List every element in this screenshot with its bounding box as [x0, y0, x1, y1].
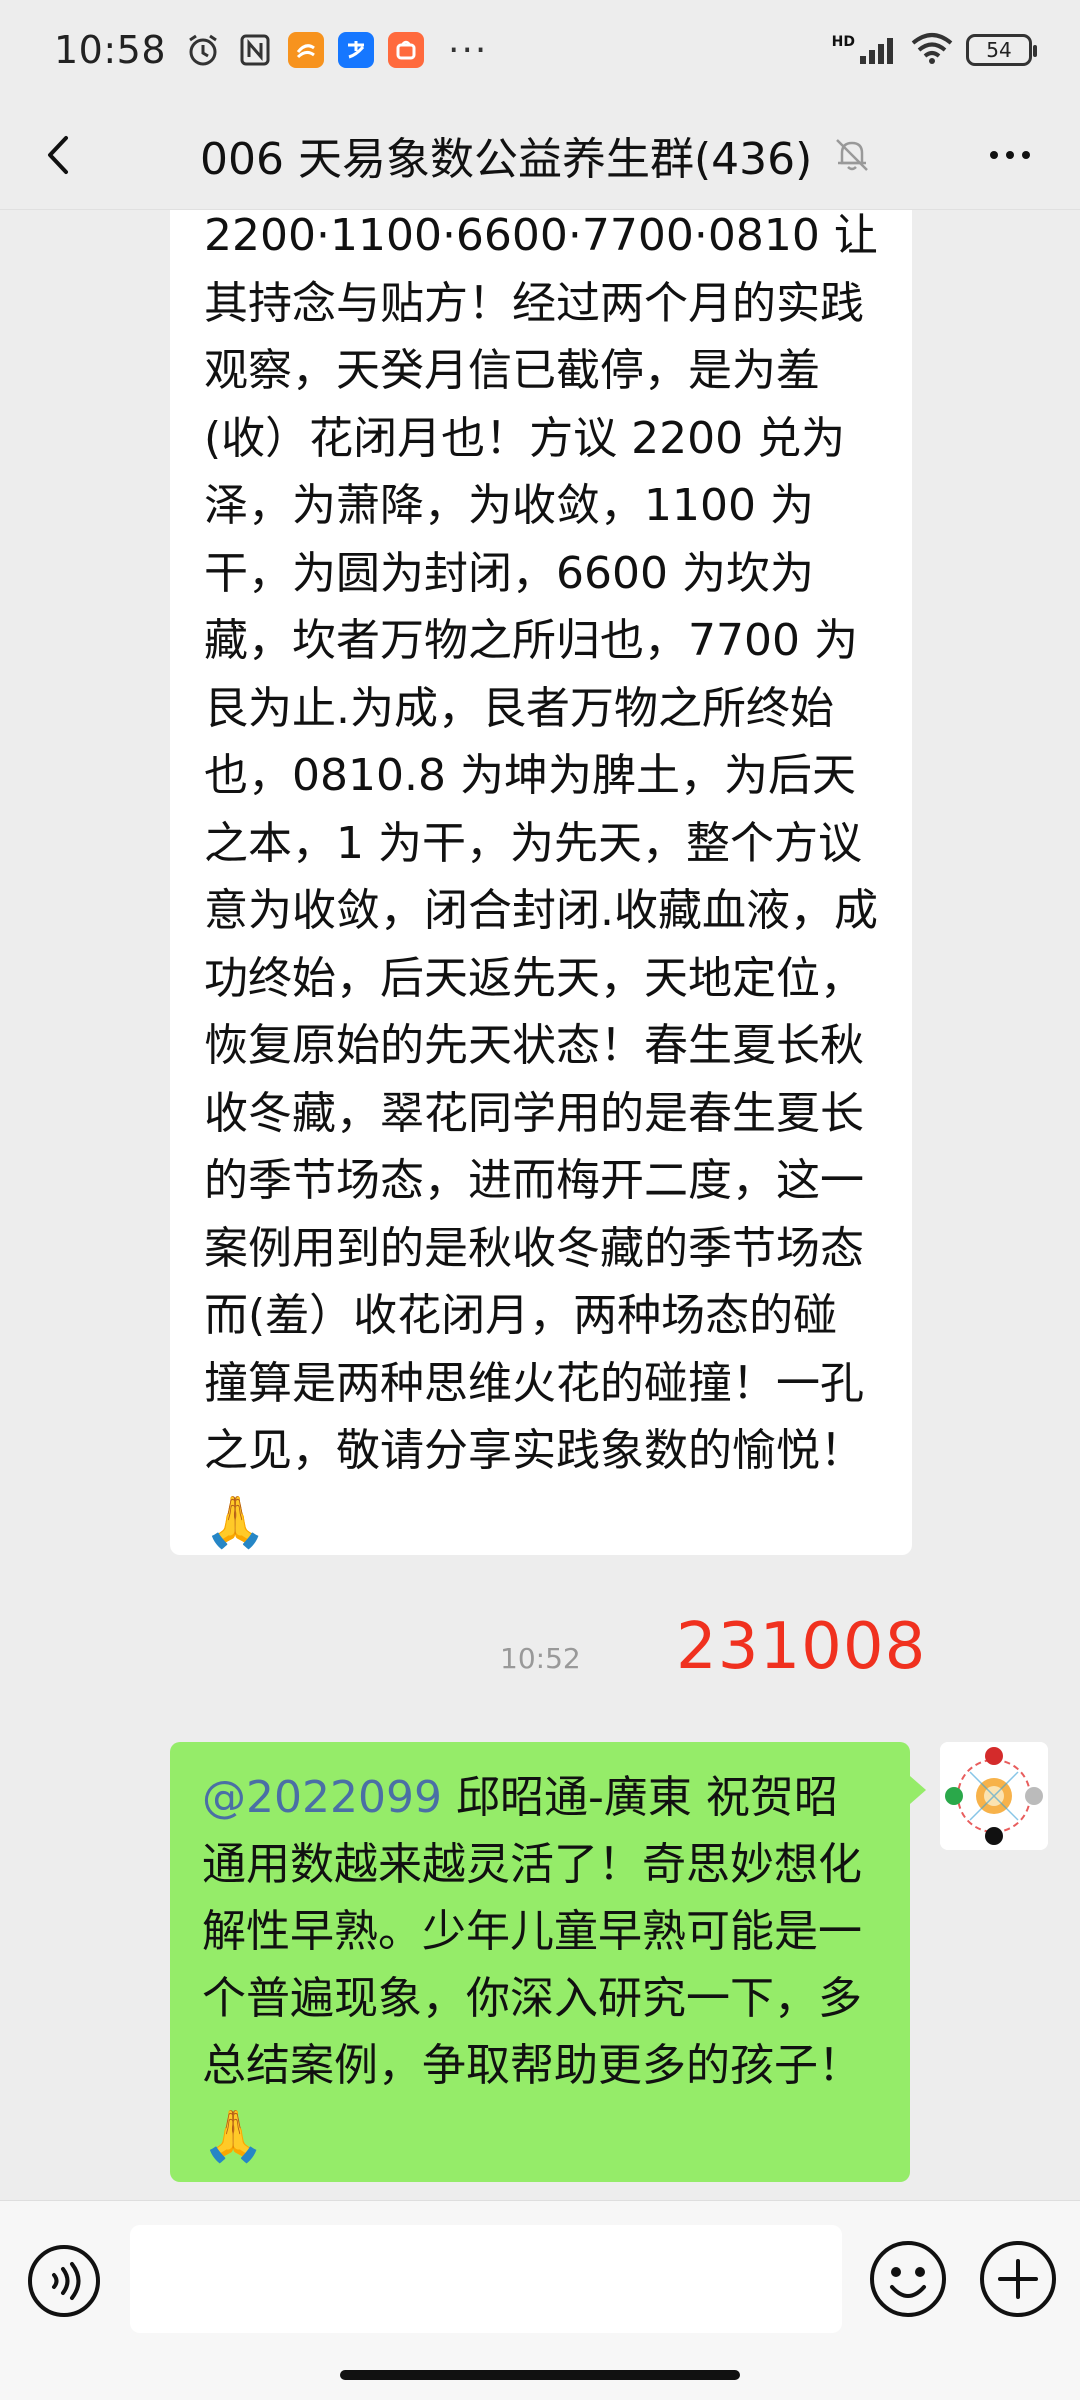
hd-label: HD	[831, 34, 855, 50]
back-button[interactable]	[34, 130, 84, 180]
smiley-icon	[870, 2241, 946, 2317]
mute-bell-icon	[832, 135, 872, 175]
alipay-icon	[338, 32, 375, 68]
app-orange-icon	[288, 32, 325, 68]
battery-indicator: 54	[966, 34, 1037, 66]
sent-message-bubble[interactable]: @2022099 邱昭通-廣東 祝贺昭通用数越来越灵活了！奇思妙想化解性早熟。少…	[170, 1742, 926, 2182]
pray-emoji-sent: 🙏	[202, 2107, 265, 2165]
red-number-note: 231008	[676, 1610, 927, 1684]
wifi-icon	[910, 31, 954, 69]
alarm-icon	[184, 31, 222, 69]
message-timestamp: 10:52	[500, 1642, 581, 1675]
voice-icon	[28, 2245, 100, 2317]
mention-link[interactable]: @2022099	[202, 1772, 442, 1823]
status-bar: 10:58 ··· HD 54	[0, 0, 1080, 100]
message-list[interactable]: 2200·1100·6600·7700·0810 让其持念与贴方！经过两个月的实…	[0, 210, 1080, 2200]
received-message-text: 2200·1100·6600·7700·0810 让其持念与贴方！经过两个月的实…	[204, 210, 878, 1476]
more-functions-button[interactable]	[976, 2237, 1060, 2321]
sent-message-text: @2022099 邱昭通-廣東 祝贺昭通用数越来越灵活了！奇思妙想化解性早熟。少…	[202, 1764, 880, 2099]
title-wrap: 006 天易象数公益养生群(436)	[200, 100, 872, 210]
received-message-bubble[interactable]: 2200·1100·6600·7700·0810 让其持念与贴方！经过两个月的实…	[170, 210, 912, 1555]
plus-icon	[980, 2241, 1056, 2317]
avatar-image-icon	[940, 1742, 1048, 1850]
status-more: ···	[448, 29, 489, 71]
nfc-icon	[236, 31, 274, 69]
status-time: 10:58	[54, 28, 167, 72]
voice-input-button[interactable]	[26, 2243, 102, 2319]
status-right: HD 54	[832, 31, 1037, 69]
more-dots-icon	[990, 151, 1030, 159]
hd-signal-icon: HD	[832, 34, 898, 66]
more-options-button[interactable]	[980, 130, 1040, 180]
message-input[interactable]	[130, 2225, 842, 2333]
chat-header: 006 天易象数公益养生群(436)	[0, 100, 1080, 210]
emoji-button[interactable]	[866, 2237, 950, 2321]
chevron-left-icon	[48, 136, 68, 174]
avatar[interactable]	[940, 1742, 1048, 1850]
home-indicator[interactable]	[340, 2370, 740, 2380]
taobao-icon	[388, 32, 425, 68]
notification-icons: ···	[184, 30, 488, 71]
pray-emoji: 🙏	[204, 1492, 267, 1551]
chat-title: 006 天易象数公益养生群(436)	[200, 134, 813, 185]
